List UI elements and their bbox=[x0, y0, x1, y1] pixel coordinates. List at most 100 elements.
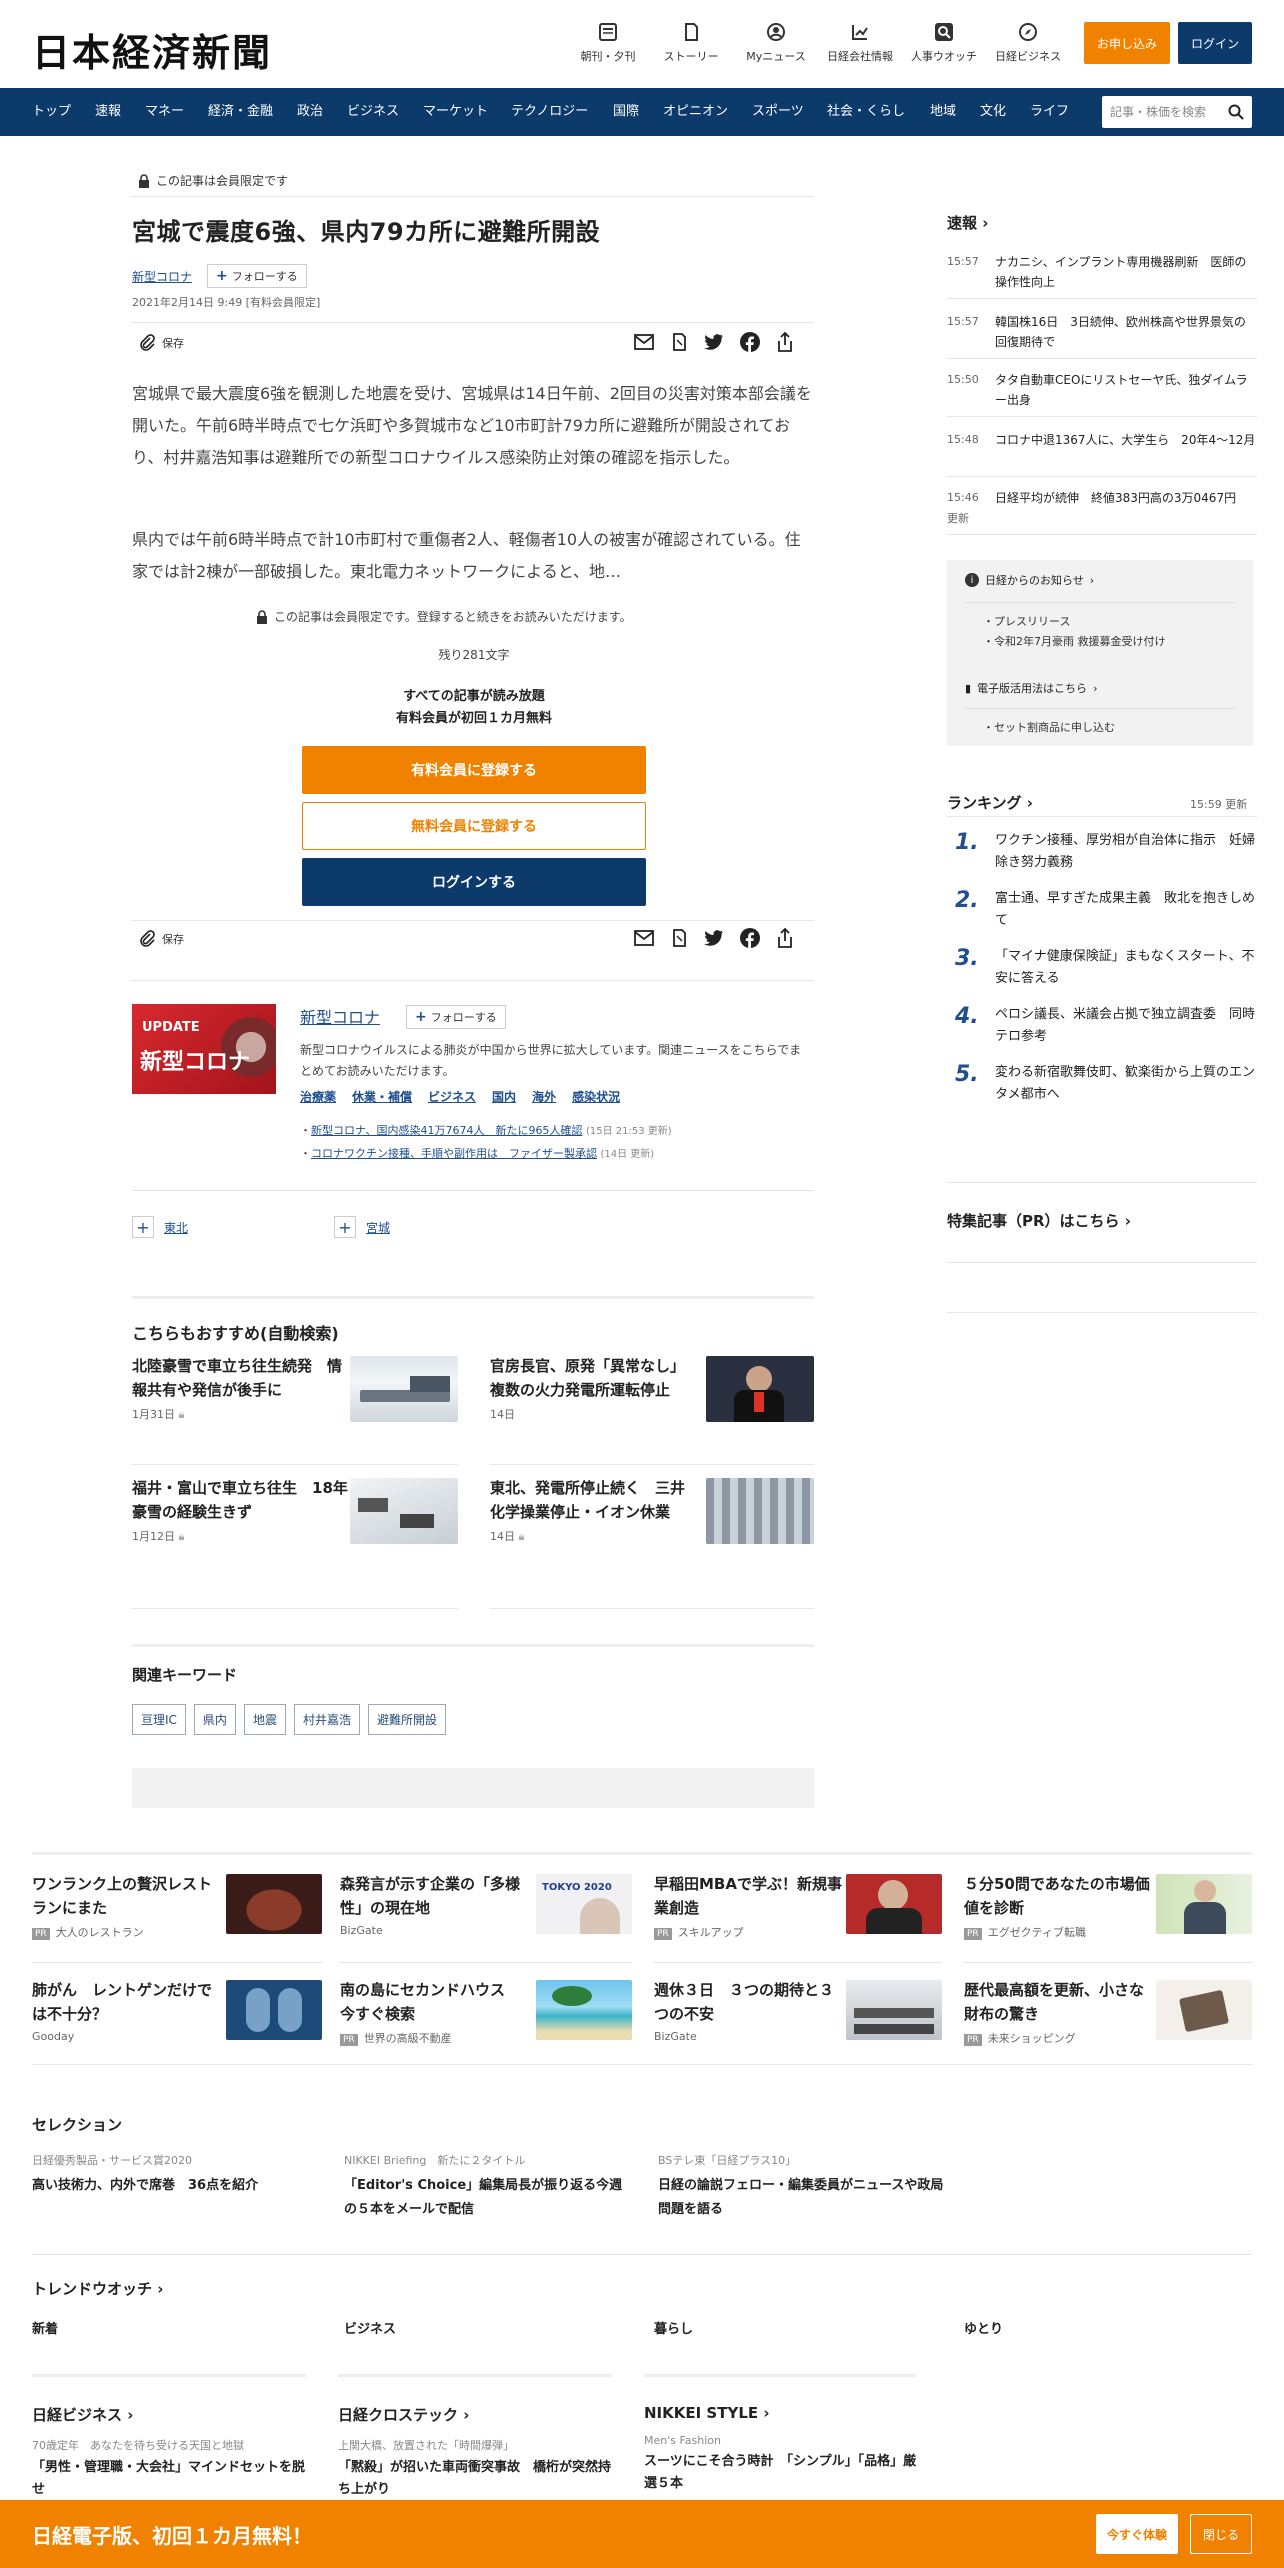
ranking-item[interactable]: 2. 富士通、早すぎた成果主義 敗北を抱きしめて bbox=[947, 888, 1257, 932]
trend-tab-business[interactable]: ビジネス bbox=[344, 2318, 396, 2337]
ad-thumb-xray[interactable] bbox=[226, 1980, 322, 2040]
follow-button[interactable]: + フォローする bbox=[207, 264, 307, 288]
keyword-tag[interactable]: 地震 bbox=[243, 1704, 286, 1735]
selection-item[interactable]: NIKKEI Briefing 新たに２タイトル 「Editor's Choic… bbox=[344, 2152, 634, 2222]
nav-nikkei-business[interactable]: 日経ビジネス bbox=[988, 22, 1068, 64]
nav-company-info[interactable]: 日経会社情報 bbox=[820, 22, 900, 64]
ad-item[interactable]: 肺がん レントゲンだけでは不十分？ Gooday bbox=[32, 1978, 222, 2043]
topic-link-compensation[interactable]: 休業・補償 bbox=[352, 1088, 412, 1105]
topic-link-infection[interactable]: 感染状況 bbox=[572, 1088, 620, 1105]
try-now-button[interactable]: 今すぐ体験 bbox=[1096, 2514, 1178, 2554]
ad-item[interactable]: 森発言が示す企業の「多様性」の現在地 BizGate bbox=[340, 1872, 530, 1937]
keyword-tag[interactable]: 亘理IC bbox=[132, 1704, 186, 1735]
keyword-tag[interactable]: 避難所開設 bbox=[367, 1704, 446, 1735]
selection-item[interactable]: 日経優秀製品・サービス賞2020 高い技術力、内外で席巻 36点を紹介 bbox=[32, 2152, 322, 2198]
mail-icon[interactable] bbox=[634, 929, 654, 947]
pr-heading[interactable]: 特集記事（PR）はこちら › bbox=[947, 1210, 1131, 1231]
save-button-bottom[interactable]: 保存 bbox=[138, 930, 184, 948]
follow-region-miyagi[interactable]: + 宮城 bbox=[334, 1216, 390, 1238]
notice-item[interactable]: ・プレスリリース bbox=[983, 612, 1166, 632]
gnav-item-culture[interactable]: 文化 bbox=[980, 88, 1006, 136]
ebook-item[interactable]: ・セット割商品に申し込む bbox=[983, 718, 1115, 738]
trend-heading[interactable]: トレンドウオッチ › bbox=[32, 2278, 163, 2299]
ad-thumb-tokyo2020[interactable]: TOKYO 2020 bbox=[536, 1874, 632, 1934]
recommend-item[interactable]: 北陸豪雪で車立ち往生続発 情報共有や発信が後手に 1月31日 🔒︎ bbox=[132, 1354, 352, 1422]
topic-link-domestic[interactable]: 国内 bbox=[492, 1088, 516, 1105]
nav-personnel-watch[interactable]: 人事ウオッチ bbox=[904, 22, 984, 64]
media-block-nikkei-business[interactable]: 日経ビジネス › 70歳定年 あなたを待ち受ける天国と地獄 「男性・管理職・大会… bbox=[32, 2404, 312, 2501]
ad-thumb-beach[interactable] bbox=[536, 1980, 632, 2040]
ad-item[interactable]: ワンランク上の贅沢レストランにまた PR 大人のレストラン bbox=[32, 1872, 222, 1940]
ad-item[interactable]: 歴代最高額を更新、小さな財布の驚き PR 未来ショッピング bbox=[964, 1978, 1154, 2046]
gnav-item-top[interactable]: トップ bbox=[32, 88, 71, 136]
breaking-item[interactable]: 15:57 ナカニシ、インプラント専用機器刷新 医師の操作性向上 bbox=[947, 252, 1257, 294]
gnav-item-sports[interactable]: スポーツ bbox=[752, 88, 804, 136]
ebook-heading[interactable]: ▮ 電子版活用法はこちら › bbox=[965, 680, 1097, 696]
gnav-item-breaking[interactable]: 速報 bbox=[95, 88, 121, 136]
mail-icon[interactable] bbox=[634, 333, 654, 351]
topic-link-overseas[interactable]: 海外 bbox=[532, 1088, 556, 1105]
save-button[interactable]: 保存 bbox=[138, 334, 184, 352]
ranking-heading[interactable]: ランキング › bbox=[947, 792, 1033, 813]
gnav-item-economy[interactable]: 経済・金融 bbox=[208, 88, 273, 136]
ad-thumb-office[interactable] bbox=[846, 1980, 942, 2040]
media-block-nikkei-style[interactable]: NIKKEI STYLE › Men's Fashion スーツにこそ合う時計 … bbox=[644, 2404, 924, 2495]
ad-item[interactable]: 南の島にセカンドハウス 今すぐ検索 PR 世界の高級不動産 bbox=[340, 1978, 530, 2046]
facebook-icon[interactable] bbox=[740, 928, 760, 948]
apply-button[interactable]: お申し込み bbox=[1084, 22, 1170, 64]
topic-banner[interactable]: UPDATE 新型コロナ bbox=[132, 1004, 276, 1094]
copy-icon[interactable] bbox=[670, 928, 688, 948]
close-promo-button[interactable]: 閉じる bbox=[1190, 2514, 1252, 2554]
ranking-item[interactable]: 3. 「マイナ健康保険証」まもなくスタート、不安に答える bbox=[947, 946, 1257, 990]
gnav-item-business[interactable]: ビジネス bbox=[347, 88, 399, 136]
recommend-item[interactable]: 東北、発電所停止続く 三井化学操業停止・イオン休業 14日 🔒︎ bbox=[490, 1476, 690, 1544]
ranking-item[interactable]: 4. ペロシ議長、米議会占拠で独立調査委 同時テロ参考 bbox=[947, 1004, 1257, 1048]
share-icon[interactable] bbox=[776, 332, 794, 352]
share-icon[interactable] bbox=[776, 928, 794, 948]
topic-follow-button[interactable]: + フォローする bbox=[406, 1005, 506, 1029]
recommend-thumb-official[interactable] bbox=[706, 1356, 814, 1422]
breaking-item[interactable]: 15:57 韓国株16日 3日続伸、欧州株高や世界景気の回復期待で bbox=[947, 312, 1257, 354]
list-item[interactable]: ・コロナワクチン接種、手順や副作用は ファイザー製承認 (14日 更新) bbox=[300, 1143, 672, 1166]
site-logo[interactable]: 日本経済新聞 bbox=[32, 22, 272, 77]
recommend-thumb-building[interactable] bbox=[706, 1478, 814, 1544]
topic-link-drugs[interactable]: 治療薬 bbox=[300, 1088, 336, 1105]
gnav-item-market[interactable]: マーケット bbox=[423, 88, 488, 136]
breaking-more-link[interactable]: 更新 bbox=[947, 510, 969, 526]
gnav-item-region[interactable]: 地域 bbox=[930, 88, 956, 136]
search-input[interactable]: 記事・株価を検索 bbox=[1102, 96, 1252, 128]
keyword-tag[interactable]: 県内 bbox=[193, 1704, 236, 1735]
nav-morning-evening[interactable]: 朝刊・夕刊 bbox=[568, 22, 648, 64]
login-article-button[interactable]: ログインする bbox=[302, 858, 646, 906]
recommend-thumb-cars[interactable] bbox=[350, 1478, 458, 1544]
topic-news-link[interactable]: 新型コロナ、国内感染41万7674人 新たに965人確認 bbox=[311, 1124, 582, 1137]
gnav-item-life[interactable]: ライフ bbox=[1030, 88, 1069, 136]
notice-item[interactable]: ・令和2年7月豪雨 救援募金受け付け bbox=[983, 632, 1166, 652]
search-icon[interactable] bbox=[1228, 104, 1244, 120]
breaking-item[interactable]: 15:50 タタ自動車CEOにリストセーヤ氏、独ダイムラー出身 bbox=[947, 370, 1257, 412]
breaking-item[interactable]: 15:46 日経平均が続伸 終値383円高の3万0467円 bbox=[947, 488, 1257, 508]
follow-region-tohoku[interactable]: + 東北 bbox=[132, 1216, 188, 1238]
nav-story[interactable]: ストーリー bbox=[651, 22, 731, 64]
gnav-item-politics[interactable]: 政治 bbox=[297, 88, 323, 136]
ranking-item[interactable]: 5. 変わる新宿歌舞伎町、歓楽街から上質のエンタメ都市へ bbox=[947, 1062, 1257, 1106]
breaking-heading[interactable]: 速報 › bbox=[947, 212, 988, 233]
trend-tab-living[interactable]: 暮らし bbox=[654, 2318, 693, 2337]
ad-thumb-steak[interactable] bbox=[226, 1874, 322, 1934]
media-block-xtech[interactable]: 日経クロステック › 上関大橋、放置された「時間爆弾」 「黙殺」が招いた車両衝突… bbox=[338, 2404, 618, 2501]
notice-heading[interactable]: i 日経からのお知らせ › bbox=[965, 572, 1094, 588]
breaking-item[interactable]: 15:48 コロナ中退1367人に、大学生ら 20年4～12月 bbox=[947, 430, 1257, 472]
keyword-tag[interactable]: 村井嘉浩 bbox=[293, 1704, 360, 1735]
trend-tab-leisure[interactable]: ゆとり bbox=[964, 2318, 1003, 2337]
topic-news-link[interactable]: コロナワクチン接種、手順や副作用は ファイザー製承認 bbox=[311, 1147, 597, 1160]
gnav-item-money[interactable]: マネー bbox=[145, 88, 184, 136]
gnav-item-technology[interactable]: テクノロジー bbox=[511, 88, 588, 136]
ad-item[interactable]: 週休３日 ３つの期待と３つの不安 BizGate bbox=[654, 1978, 844, 2043]
ranking-item[interactable]: 1. ワクチン接種、厚労相が自治体に指示 妊婦除き努力義務 bbox=[947, 830, 1257, 874]
ad-item[interactable]: 早稲田MBAで学ぶ！新規事業創造 PR スキルアップ bbox=[654, 1872, 844, 1940]
login-button[interactable]: ログイン bbox=[1178, 22, 1252, 64]
ad-thumb-wallet[interactable] bbox=[1156, 1980, 1252, 2040]
selection-item[interactable]: BSテレ東「日経プラス10」 日経の論説フェロー・編集委員がニュースや政局問題を… bbox=[658, 2152, 948, 2222]
twitter-icon[interactable] bbox=[704, 333, 724, 351]
gnav-item-international[interactable]: 国際 bbox=[613, 88, 639, 136]
